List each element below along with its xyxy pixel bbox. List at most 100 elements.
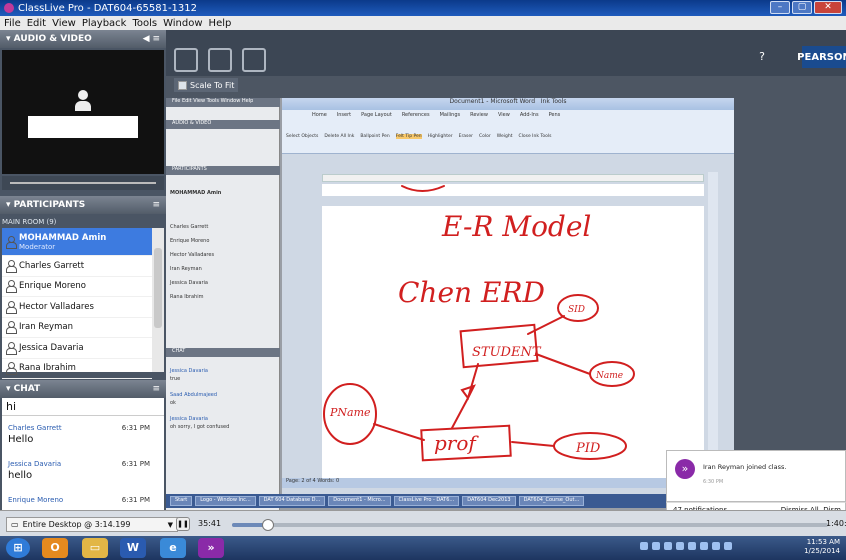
shared-task-item: Start (170, 496, 193, 506)
participant-item[interactable]: Hector Valladares (2, 297, 152, 318)
clock-date: 1/25/2014 (804, 547, 840, 555)
clock[interactable]: 11:53 AM 1/25/2014 (804, 538, 840, 556)
ribbon-tools: Select Objects Delete All Ink Ballpoint … (282, 120, 734, 139)
participant-item[interactable]: Jessica Davaria (2, 338, 152, 359)
connector-line (535, 353, 591, 375)
menu-file[interactable]: File (4, 18, 21, 29)
chat-sender: Enrique Moreno (8, 496, 64, 504)
word-icon[interactable]: W (120, 538, 146, 558)
chat-text: Hello (8, 434, 34, 445)
scale-to-fit-toggle[interactable]: Scale To Fit (174, 78, 239, 92)
pause-button[interactable]: ❚❚ (176, 517, 190, 531)
app-icon (4, 3, 14, 13)
web-tour-icon[interactable] (242, 48, 266, 72)
classlive-taskbar-icon[interactable]: » (198, 538, 224, 558)
connector-line (511, 441, 555, 447)
chat-menu-icon[interactable]: ≡ (152, 384, 160, 394)
source-label: Entire Desktop @ 3:14.199 (22, 520, 131, 529)
elapsed-time: 35:41 (198, 519, 222, 528)
minimize-button[interactable]: – (770, 1, 790, 14)
shared-chat-sender: Jessica Davaria (170, 416, 208, 422)
menu-tools[interactable]: Tools (132, 18, 157, 29)
clock-time: 11:53 AM (806, 538, 840, 546)
pearson-logo: PEARSON (797, 46, 846, 68)
mic-icon[interactable]: ◀ ≡ (143, 34, 160, 44)
chevron-down-icon: ▼ (167, 520, 173, 529)
word-scrollbar[interactable] (708, 172, 718, 488)
participant-item[interactable]: Rana Ibrahim (2, 359, 152, 379)
ribbon-tab: References (401, 112, 430, 118)
ribbon-tool: Felt Tip Pen (395, 134, 422, 139)
shared-participant: MOHAMMAD Amin (170, 190, 222, 196)
title-bar: ClassLive Pro - DAT604-65581-1312 – ▢ ✕ (0, 0, 846, 16)
participant-item[interactable]: Iran Reyman (2, 318, 152, 338)
person-icon (6, 259, 17, 273)
shared-task-item: DAT604_Course_Out... (518, 496, 585, 506)
ribbon-tab: Mailings (439, 112, 461, 118)
chat-message: Charles Garrett 6:31 PM Hello (8, 424, 158, 445)
shared-taskbar: Start Logo - Window Inc... DAT 604 Datab… (166, 494, 676, 508)
playback-knob[interactable] (261, 519, 274, 531)
menu-window[interactable]: Window (163, 18, 202, 29)
ribbon-tool: Color (479, 134, 491, 139)
tray-icon (676, 542, 684, 550)
notification-toast[interactable]: » Iran Reyman joined class. 6:30 PM (666, 450, 846, 502)
start-button[interactable]: ⊞ (6, 538, 30, 558)
source-select[interactable]: ▭ Entire Desktop @ 3:14.199 ▼ (6, 517, 178, 532)
menu-playback[interactable]: Playback (82, 18, 127, 29)
notification-time: 6:30 PM (703, 479, 724, 485)
menu-help[interactable]: Help (209, 18, 232, 29)
participant-name: MOHAMMAD Amin (19, 232, 107, 243)
audio-video-header[interactable]: ▾ AUDIO & VIDEO ◀ ≡ (0, 30, 166, 48)
volume-slider[interactable] (2, 176, 164, 190)
chat-time: 6:31 PM (121, 424, 150, 432)
participants-header[interactable]: ▾ PARTICIPANTS ≡ (0, 196, 166, 214)
whiteboard-icon[interactable] (174, 48, 198, 72)
windows-taskbar: ⊞ O ▭ W e » 11:53 AM 1/25/2014 (0, 536, 846, 560)
shared-task-item: ClassLive Pro - DAT6... (393, 496, 460, 506)
ink-attr-sid: SID (568, 305, 585, 315)
shared-chat-header: CHAT (166, 348, 280, 357)
ink-attr-pname: PName (329, 406, 371, 419)
collapse-icon: ▾ (6, 384, 14, 394)
app-share-icon[interactable] (208, 48, 232, 72)
word-ruler (322, 174, 704, 182)
word-title-text: Document1 - Microsoft Word (449, 98, 536, 105)
content-toolbar (166, 30, 846, 76)
participant-item[interactable]: Enrique Moreno (2, 277, 152, 297)
outlook-icon[interactable]: O (42, 538, 68, 558)
notification-text: Iran Reyman joined class. (703, 463, 787, 471)
chat-time: 6:31 PM (121, 460, 150, 468)
menu-edit[interactable]: Edit (27, 18, 46, 29)
chat-sender: Jessica Davaria (8, 460, 62, 468)
participant-name: Enrique Moreno (19, 281, 86, 292)
participant-name: Rana Ibrahim (19, 363, 76, 374)
help-icon[interactable]: ? (754, 50, 770, 66)
word-title: Document1 - Microsoft Word Ink Tools (282, 98, 734, 110)
connector-line (373, 423, 425, 441)
ribbon-tab: Review (470, 112, 488, 118)
participants-menu-icon[interactable]: ≡ (152, 200, 160, 210)
ribbon-tabs: Home Insert Page Layout References Maili… (282, 110, 734, 120)
shared-participant: Jessica Davaria (170, 280, 208, 286)
menu-view[interactable]: View (52, 18, 76, 29)
participant-scrollbar[interactable] (152, 228, 164, 372)
ribbon-tool: Select Objects (286, 134, 319, 139)
shared-participant: Rana Ibrahim (170, 294, 204, 300)
ie-icon[interactable]: e (160, 538, 186, 558)
participant-role: Moderator (19, 242, 56, 251)
shared-chat-text: oh sorry, I got confused (170, 424, 230, 430)
chat-message: Enrique Moreno 6:31 PM (8, 496, 158, 504)
person-icon (6, 341, 17, 355)
folder-icon[interactable]: ▭ (82, 538, 108, 558)
chat-header[interactable]: ▾ CHAT ≡ (0, 380, 166, 398)
maximize-button[interactable]: ▢ (792, 1, 812, 14)
playback-slider[interactable] (232, 519, 828, 531)
participant-item-moderator[interactable]: MOHAMMAD Amin Moderator (2, 228, 152, 256)
shared-chat-sender: Saad Abdulmajeed (170, 392, 218, 398)
ink-entity-prof: prof (434, 431, 479, 455)
participants-title: PARTICIPANTS (13, 200, 86, 210)
participant-item[interactable]: Charles Garrett (2, 256, 152, 277)
chat-input[interactable]: hi (2, 400, 164, 416)
close-button[interactable]: ✕ (814, 1, 842, 14)
